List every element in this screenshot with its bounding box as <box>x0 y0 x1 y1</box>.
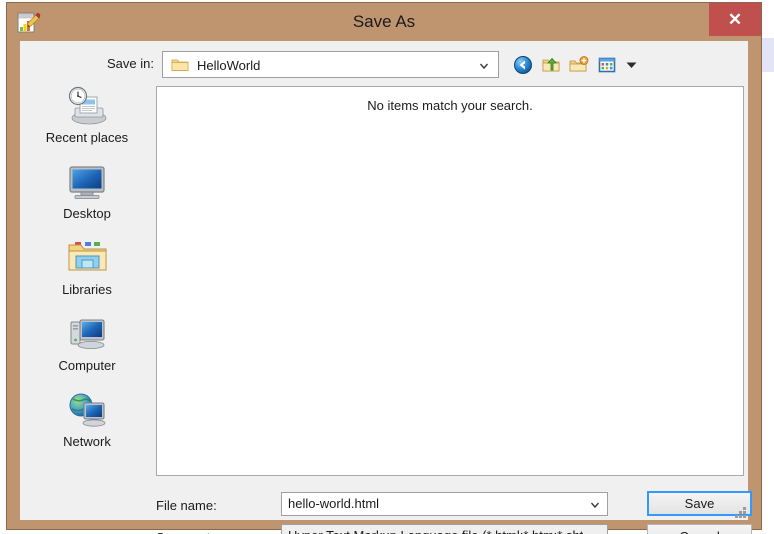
places-bar: Recent places Desktop Libraries Computer… <box>24 83 150 496</box>
sidebar-item-label: Recent places <box>45 130 129 145</box>
page-title: Save As <box>352 12 416 31</box>
save-as-type-select[interactable]: Hyper Text Markup Language file (*.html;… <box>281 524 608 534</box>
save-in-label: Save in: <box>107 56 154 71</box>
new-folder-icon[interactable] <box>568 54 590 76</box>
chevron-down-icon <box>589 530 601 534</box>
save-in-combobox[interactable]: HelloWorld <box>162 51 499 78</box>
sidebar-item-label: Computer <box>58 358 116 373</box>
cancel-button[interactable]: Cancel <box>647 524 752 534</box>
libraries-folder-icon <box>63 235 111 281</box>
sidebar-item-recent-places[interactable]: Recent places <box>24 83 150 157</box>
folder-icon <box>171 57 189 72</box>
chevron-down-icon <box>589 498 601 510</box>
file-name-label: File name: <box>156 498 217 513</box>
background-artifact-block <box>762 38 774 72</box>
computer-icon <box>63 311 111 357</box>
recent-places-icon <box>63 83 111 129</box>
save-in-value: HelloWorld <box>197 58 261 73</box>
navigation-toolbar <box>512 52 638 78</box>
file-list-panel[interactable]: No items match your search. <box>156 86 744 476</box>
back-button[interactable] <box>512 54 534 76</box>
views-grid-icon[interactable] <box>596 54 618 76</box>
desktop-monitor-icon <box>63 159 111 205</box>
resize-grip[interactable] <box>732 504 746 518</box>
sidebar-item-desktop[interactable]: Desktop <box>24 159 150 233</box>
sidebar-item-label: Desktop <box>63 206 111 221</box>
up-folder-icon[interactable] <box>540 54 562 76</box>
empty-state-message: No items match your search. <box>367 98 533 113</box>
sidebar-item-libraries[interactable]: Libraries <box>24 235 150 309</box>
views-dropdown-caret-icon[interactable] <box>624 54 638 76</box>
sidebar-item-network[interactable]: Network <box>24 387 150 461</box>
bottom-form: File name: hello-world.html Save as type… <box>20 483 752 534</box>
dialog-client-area: Save in: HelloWorld Recent places Deskto… <box>20 41 752 534</box>
sidebar-item-label: Network <box>63 434 111 449</box>
save-in-row: Save in: HelloWorld <box>20 50 748 80</box>
screen: Save As ✕ Save in: HelloWorld Recent pla… <box>0 0 774 534</box>
save-as-dialog-window: Save As ✕ Save in: HelloWorld Recent pla… <box>6 2 762 534</box>
network-globe-icon <box>63 387 111 433</box>
save-as-type-label: Save as type: <box>156 530 235 534</box>
sidebar-item-label: Libraries <box>62 282 112 297</box>
title-bar: Save As ✕ <box>7 3 761 41</box>
save-as-type-value: Hyper Text Markup Language file (*.html;… <box>288 527 583 534</box>
chevron-down-icon <box>478 59 490 71</box>
file-name-input[interactable]: hello-world.html <box>281 492 608 516</box>
close-button[interactable]: ✕ <box>709 3 761 36</box>
sidebar-item-computer[interactable]: Computer <box>24 311 150 385</box>
close-icon: ✕ <box>727 10 743 29</box>
file-name-value: hello-world.html <box>288 496 380 511</box>
